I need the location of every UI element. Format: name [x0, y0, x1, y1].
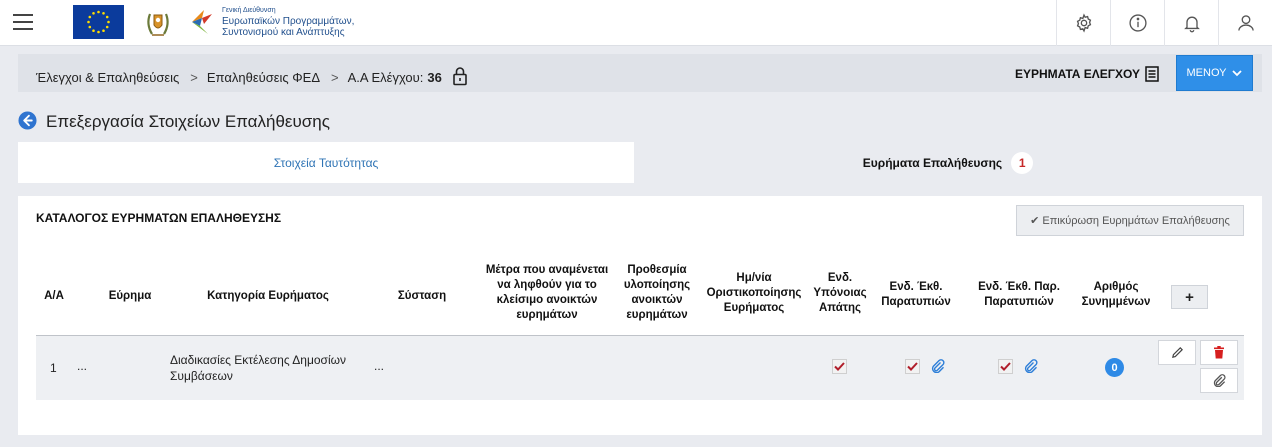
chevron-right-icon: >	[190, 70, 198, 85]
control-number-value: 36	[427, 70, 442, 85]
confirm-findings-label: Επικύρωση Ευρημάτων Επαλήθευσης	[1042, 214, 1230, 227]
cell-recommendation: ...	[374, 359, 385, 373]
cell-aa: 1	[50, 361, 57, 375]
bell-icon	[1183, 16, 1200, 33]
paperclip-icon[interactable]	[1021, 356, 1041, 376]
gd-logo-line-1: Ευρωπαϊκών Προγραμμάτων,	[222, 16, 355, 27]
user-icon	[1237, 15, 1254, 31]
column-header-deadline: Προθεσμία υλοποίησης ανοικτών ευρημάτων	[623, 264, 691, 321]
check-icon: ✔	[1030, 215, 1040, 227]
chevron-down-icon	[1232, 69, 1243, 76]
delete-finding-button[interactable]	[1200, 340, 1238, 365]
table-row: 1 ... Διαδικασίες Εκτέλεσης Δημοσίων Συμ…	[36, 336, 1244, 400]
attachments-count-badge[interactable]: 0	[1105, 358, 1124, 377]
breadcrumb: Έλεγχοι & Επαληθεύσεις > Επαληθεύσεις ΦΕ…	[36, 66, 468, 89]
gd-logo-icon	[188, 4, 218, 38]
edit-finding-button[interactable]	[1158, 340, 1196, 365]
document-list-icon	[1145, 66, 1159, 82]
user-profile-button[interactable]	[1218, 0, 1272, 46]
control-findings-link[interactable]: ΕΥΡΗΜΑΤΑ ΕΛΕΓΧΟΥ	[1015, 66, 1159, 82]
pencil-icon	[1171, 347, 1183, 358]
findings-count-badge: 1	[1011, 151, 1034, 174]
notifications-button[interactable]	[1164, 0, 1218, 46]
settings-button[interactable]	[1056, 0, 1110, 46]
fraud-suspicion-checkbox[interactable]	[832, 359, 847, 374]
tab-findings-label: Ευρήματα Επαλήθευσης	[862, 155, 1003, 170]
findings-panel: ΚΑΤΑΛΟΓΟΣ ΕΥΡΗΜΑΤΩΝ ΕΠΑΛΗΘΕΥΣΗΣ ✔ Επικύρ…	[18, 196, 1262, 435]
column-header-attachments: Αριθμός Συνημμένων	[1081, 281, 1151, 308]
top-header: Γενική Διεύθυνση Ευρωπαϊκών Προγραμμάτων…	[0, 0, 1272, 46]
add-finding-button[interactable]: +	[1171, 285, 1208, 309]
gd-logo-line-0: Γενική Διεύθυνση	[222, 7, 276, 14]
back-arrow-icon[interactable]	[18, 111, 37, 130]
breadcrumb-bar: Έλεγχοι & Επαληθεύσεις > Επαληθεύσεις ΦΕ…	[18, 54, 1262, 92]
column-header-finding: Εύρημα	[108, 290, 152, 302]
findings-list-title: ΚΑΤΑΛΟΓΟΣ ΕΥΡΗΜΑΤΩΝ ΕΠΑΛΗΘΕΥΣΗΣ	[36, 211, 282, 225]
column-header-fraud: Ενδ. Υπόνοιας Απάτης	[813, 272, 867, 314]
tab-identity-label: Στοιχεία Ταυτότητας	[273, 155, 379, 170]
paperclip-icon[interactable]	[928, 356, 948, 376]
column-header-partial-report: Ενδ. Έκθ. Παρ. Παρατυπιών	[978, 281, 1060, 308]
lock-icon[interactable]	[452, 66, 468, 89]
page-title: Επεξεργασία Στοιχείων Επαλήθευσης	[46, 112, 330, 131]
column-header-aa: Α/Α	[44, 290, 64, 302]
breadcrumb-item-controls[interactable]: Έλεγχοι & Επαληθεύσεις	[36, 70, 179, 85]
hamburger-menu-icon[interactable]	[13, 14, 33, 30]
attach-file-button[interactable]	[1200, 368, 1238, 393]
paperclip-icon	[1213, 374, 1226, 387]
column-header-irregularities-report: Ενδ. Έκθ. Παρατυπιών	[881, 281, 951, 308]
chevron-right-icon: >	[331, 70, 339, 85]
gd-logo-text: Γενική Διεύθυνση Ευρωπαϊκών Προγραμμάτων…	[222, 5, 354, 38]
breadcrumb-item-verifications[interactable]: Επαληθεύσεις ΦΕΔ	[207, 70, 320, 85]
gear-icon	[1076, 13, 1091, 33]
cyprus-emblem-logo	[140, 6, 176, 40]
irregularities-report-checkbox[interactable]	[905, 359, 920, 374]
partial-report-checkbox[interactable]	[998, 359, 1013, 374]
menu-button-label: ΜΕΝΟΥ	[1186, 67, 1227, 79]
menu-dropdown-button[interactable]: ΜΕΝΟΥ	[1176, 55, 1253, 91]
column-header-measures: Μέτρα που αναμένεται να ληφθούν για το κ…	[485, 264, 609, 321]
control-number-label: Α.Α Ελέγχου:	[347, 70, 424, 85]
control-findings-label: ΕΥΡΗΜΑΤΑ ΕΛΕΓΧΟΥ	[1015, 67, 1141, 81]
confirm-findings-button[interactable]: ✔ Επικύρωση Ευρημάτων Επαλήθευσης	[1016, 205, 1244, 236]
cell-category: Διαδικασίες Εκτέλεσης Δημοσίων Συμβάσεων	[170, 353, 346, 383]
cell-finding: ...	[77, 359, 88, 373]
info-button[interactable]	[1110, 0, 1164, 46]
tab-identity-details[interactable]: Στοιχεία Ταυτότητας	[18, 142, 634, 183]
column-header-category: Κατηγορία Ευρήματος	[207, 290, 329, 302]
trash-icon	[1214, 346, 1224, 359]
tab-verification-findings[interactable]: Ευρήματα Επαλήθευσης 1	[634, 142, 1262, 183]
eu-flag-logo	[73, 5, 124, 39]
info-icon	[1128, 14, 1147, 32]
column-header-recommendation: Σύσταση	[397, 290, 447, 302]
gd-logo-line-2: Συντονισμού και Ανάπτυξης	[222, 27, 345, 38]
column-header-final-date: Ημ/νία Οριστικοποίησης Ευρήματος	[706, 272, 802, 314]
